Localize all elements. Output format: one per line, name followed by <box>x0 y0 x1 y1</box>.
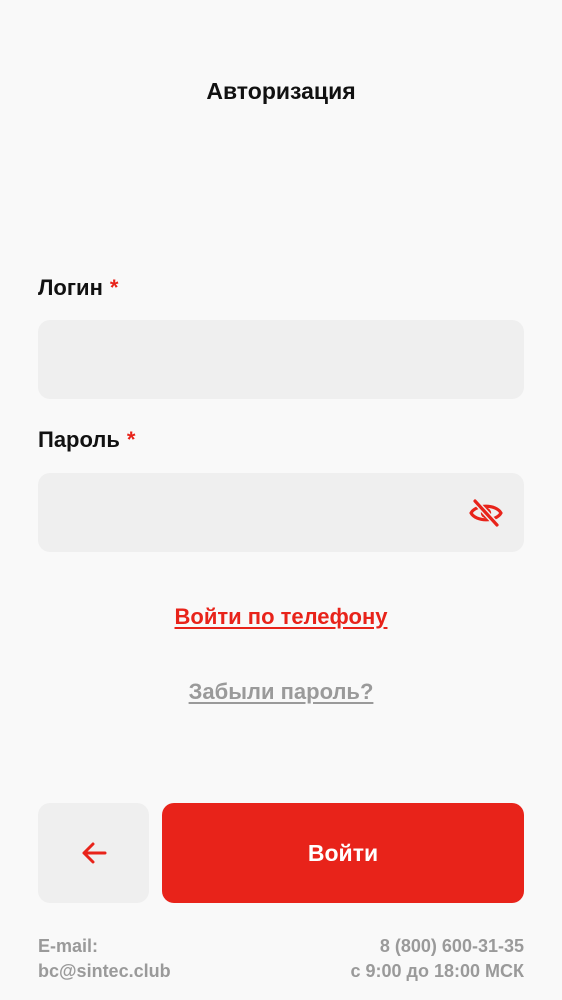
password-label-text: Пароль <box>38 427 120 452</box>
footer-email: E-mail: bc@sintec.club <box>38 934 171 984</box>
password-input[interactable] <box>38 473 524 552</box>
page-title: Авторизация <box>206 78 356 104</box>
login-input[interactable] <box>38 320 524 399</box>
back-button[interactable] <box>38 803 149 903</box>
footer-email-label: E-mail: <box>38 936 99 956</box>
footer-email-link[interactable]: bc@sintec.club <box>38 959 171 984</box>
arrow-left-icon <box>82 842 106 864</box>
password-required-mark: * <box>126 427 136 452</box>
login-label: Логин * <box>38 274 118 302</box>
login-required-mark: * <box>109 275 119 300</box>
footer-hours: с 9:00 до 18:00 МСК <box>350 961 524 981</box>
eye-off-icon <box>469 498 503 528</box>
phone-login-link[interactable]: Войти по телефону <box>0 602 562 632</box>
footer-phone-link[interactable]: 8 (800) 600-31-35 <box>351 934 524 959</box>
forgot-password-link[interactable]: Забыли пароль? <box>0 677 562 707</box>
password-visibility-toggle[interactable] <box>466 495 506 531</box>
password-label: Пароль * <box>38 426 135 454</box>
login-button[interactable]: Войти <box>162 803 524 903</box>
footer-contacts: 8 (800) 600-31-35 с 9:00 до 18:00 МСК <box>351 934 524 984</box>
login-label-text: Логин <box>38 275 103 300</box>
